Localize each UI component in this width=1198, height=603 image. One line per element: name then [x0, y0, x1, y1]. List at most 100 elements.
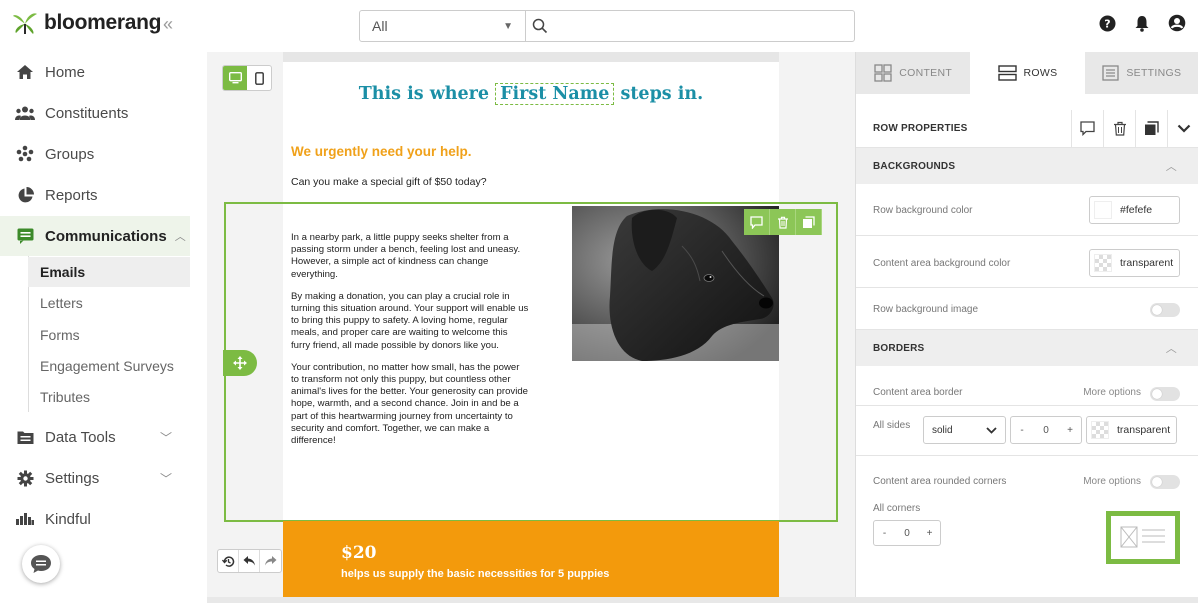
delete-button[interactable] [1103, 109, 1135, 148]
sidebar-subitem-tributes[interactable]: Tributes [28, 382, 190, 412]
delete-row-button[interactable] [770, 209, 796, 235]
chevron-up-icon: ︿ [174, 231, 186, 243]
border-style-select[interactable]: solid [923, 416, 1006, 444]
sidebar-item-kindful[interactable]: Kindful [0, 499, 190, 539]
row-bg-color-value: #fefefe [1120, 204, 1153, 216]
tab-settings[interactable]: SETTINGS [1085, 52, 1198, 94]
sidebar-item-label: Home [45, 63, 86, 81]
border-width-increment[interactable]: + [1059, 417, 1081, 443]
sidebar-subitem-letters[interactable]: Letters [28, 288, 190, 318]
chevron-up-icon: ︿ [1165, 343, 1177, 355]
border-controls: solid - 0 + transparent [923, 416, 1177, 444]
collapse-button[interactable] [1167, 109, 1198, 148]
chat-button[interactable] [22, 545, 60, 583]
search-input[interactable] [556, 18, 854, 34]
content-border-more-options-toggle[interactable] [1150, 387, 1180, 401]
message-icon [14, 228, 36, 244]
search-scope-value: All [372, 18, 388, 34]
sidebar-item-groups[interactable]: Groups [0, 134, 190, 174]
sidebar-subitem-label: Tributes [40, 389, 91, 405]
panel-tabs: CONTENT ROWS SETTINGS [856, 52, 1198, 94]
email-top-strip [283, 52, 779, 62]
sidebar-subitem-label: Letters [40, 295, 83, 311]
tab-content[interactable]: CONTENT [856, 52, 970, 94]
sidebar-subitem-label: Forms [40, 327, 80, 343]
image-text-layout-icon [1120, 526, 1165, 547]
section-title: BORDERS [873, 342, 925, 354]
row-properties-header: ROW PROPERTIES [856, 109, 1198, 148]
border-width-decrement[interactable]: - [1011, 417, 1033, 443]
corner-radius-value[interactable]: 0 [895, 521, 919, 545]
all-sides-label: All sides [873, 420, 911, 431]
duplicate-row-button[interactable] [796, 209, 822, 235]
trash-icon [777, 216, 788, 229]
sidebar-item-label: Settings [45, 469, 100, 487]
email-headline[interactable]: This is where First Name steps in. [207, 83, 855, 105]
tab-label: ROWS [1023, 67, 1058, 79]
comment-button[interactable] [1071, 109, 1103, 148]
content-bg-color-picker[interactable]: transparent [1089, 249, 1180, 277]
history-controls [217, 549, 282, 573]
redo-icon [265, 556, 277, 566]
row-properties-tools [1071, 109, 1198, 148]
sidebar-subitem-label: Emails [40, 264, 86, 280]
merge-field-first-name[interactable]: First Name [495, 83, 615, 105]
sidebar-item-reports[interactable]: Reports [0, 175, 190, 215]
more-options-label: More options [1083, 476, 1141, 487]
history-button[interactable] [218, 550, 239, 572]
donation-block[interactable]: $20 helps us supply the basic necessitie… [283, 521, 779, 597]
body-paragraph: In a nearby park, a little puppy seeks s… [291, 232, 521, 280]
collapse-sidebar-icon[interactable]: « [163, 14, 173, 35]
sidebar-item-label: Data Tools [45, 428, 116, 446]
content-border-row: Content area border More options [856, 366, 1198, 406]
headline-text-after: steps in. [620, 84, 704, 104]
chevron-up-icon: ︿ [1165, 161, 1177, 173]
bell-icon[interactable] [1134, 15, 1150, 32]
undo-button[interactable] [239, 550, 260, 572]
corner-radius-increment[interactable]: + [919, 521, 940, 545]
kindful-icon [14, 513, 36, 525]
mobile-icon [254, 71, 264, 85]
borders-section-header[interactable]: BORDERS ︿ [856, 330, 1198, 366]
body-paragraph: By making a donation, you can play a cru… [291, 290, 529, 351]
corner-radius-decrement[interactable]: - [874, 521, 895, 545]
desktop-icon [228, 72, 242, 84]
groups-icon [14, 145, 36, 163]
duplicate-button[interactable] [1135, 109, 1167, 148]
more-options-label: More options [1083, 387, 1141, 398]
tab-rows[interactable]: ROWS [970, 52, 1085, 94]
sidebar-subitem-emails[interactable]: Emails [28, 257, 190, 287]
user-icon[interactable] [1168, 14, 1186, 32]
sidebar-subitem-forms[interactable]: Forms [28, 320, 190, 350]
search-scope-select[interactable]: All ▼ [360, 11, 526, 41]
row-drag-handle[interactable] [223, 350, 257, 376]
home-icon [14, 64, 36, 80]
color-swatch [1094, 201, 1112, 219]
email-body-text[interactable]: In a nearby park, a little puppy seeks s… [291, 232, 529, 457]
all-corners-label: All corners [873, 503, 921, 514]
urgent-heading[interactable]: We urgently need your help. [291, 144, 472, 159]
data-tools-icon [14, 430, 36, 445]
sidebar-item-constituents[interactable]: Constituents [0, 93, 190, 133]
comment-row-button[interactable] [744, 209, 770, 235]
sidebar-subitem-engagement-surveys[interactable]: Engagement Surveys [28, 351, 190, 381]
redo-button[interactable] [260, 550, 281, 572]
border-width-value[interactable]: 0 [1033, 417, 1059, 443]
row-bg-color-picker[interactable]: #fefefe [1089, 196, 1180, 224]
sidebar-item-communications[interactable]: Communications ︿ [0, 216, 190, 256]
chat-bubble-icon [31, 555, 51, 573]
help-icon[interactable]: ? [1099, 15, 1116, 32]
border-color-picker[interactable]: transparent [1086, 416, 1177, 444]
tab-label: CONTENT [899, 67, 953, 79]
donation-amount: $20 [341, 543, 377, 563]
backgrounds-section-header[interactable]: BACKGROUNDS ︿ [856, 148, 1198, 184]
sidebar-item-home[interactable]: Home [0, 52, 190, 92]
rounded-corners-more-options-toggle[interactable] [1150, 475, 1180, 489]
comment-icon [750, 215, 763, 229]
gift-request-text[interactable]: Can you make a special gift of $50 today… [291, 176, 487, 188]
sidebar-item-settings[interactable]: Settings ﹀ [0, 458, 190, 498]
row-bg-image-toggle[interactable] [1150, 303, 1180, 317]
row-properties-title: ROW PROPERTIES [873, 123, 968, 134]
sidebar-item-data-tools[interactable]: Data Tools ﹀ [0, 417, 190, 457]
logo[interactable]: bloomerang [12, 11, 161, 35]
